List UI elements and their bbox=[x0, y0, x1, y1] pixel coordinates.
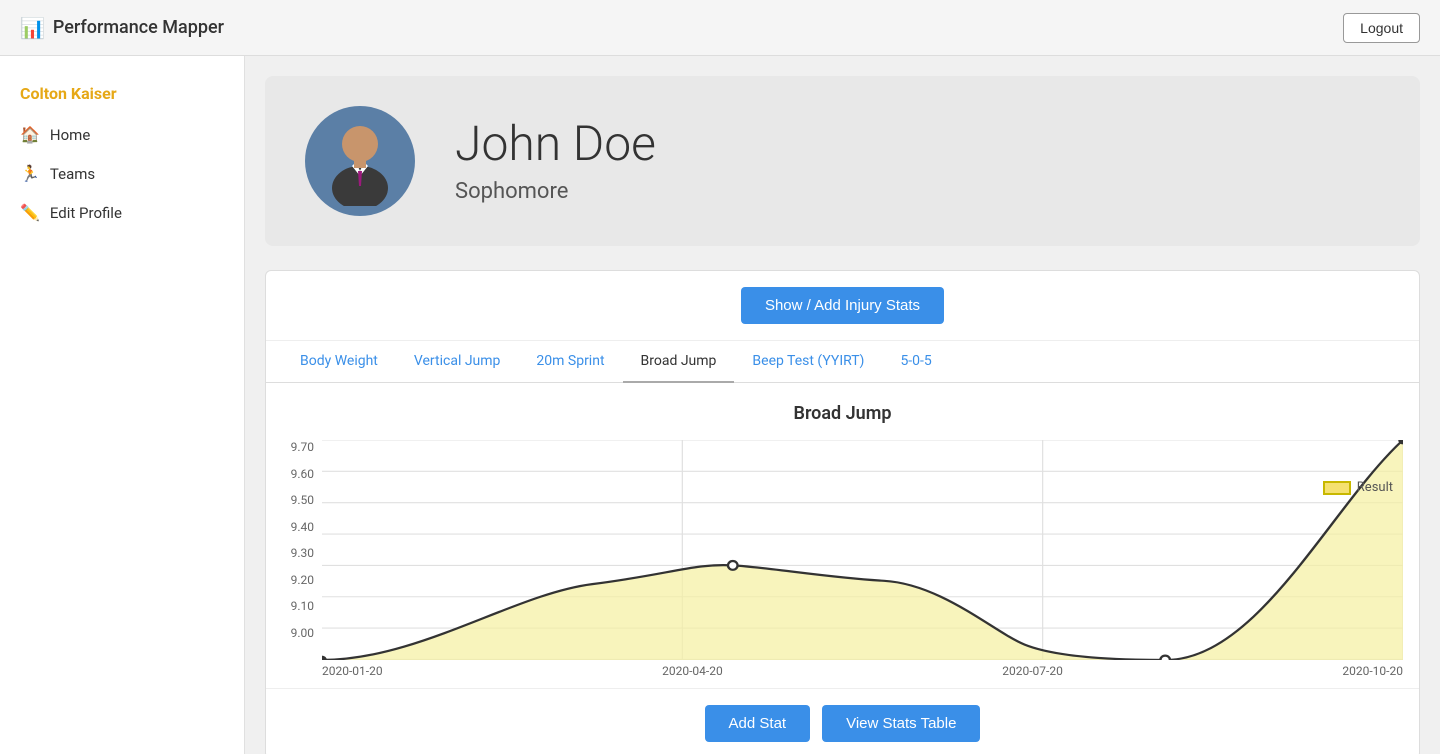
x-label: 2020-04-20 bbox=[662, 664, 723, 678]
stats-header: Show / Add Injury Stats bbox=[266, 271, 1419, 341]
tab-body-weight[interactable]: Body Weight bbox=[282, 341, 396, 383]
data-point bbox=[322, 656, 327, 660]
app-logo: 📊 Performance Mapper bbox=[20, 16, 224, 40]
sidebar-item-label: Edit Profile bbox=[50, 204, 122, 222]
main-content: John Doe Sophomore Show / Add Injury Sta… bbox=[245, 56, 1440, 754]
chart-svg bbox=[322, 440, 1403, 660]
profile-name: John Doe bbox=[455, 118, 656, 171]
sidebar-item-teams[interactable]: 🏃 Teams bbox=[0, 154, 244, 193]
sidebar-item-home[interactable]: 🏠 Home bbox=[0, 115, 244, 154]
main-layout: Colton Kaiser 🏠 Home 🏃 Teams ✏️ Edit Pro… bbox=[0, 56, 1440, 754]
tab-beep-test[interactable]: Beep Test (YYIRT) bbox=[734, 341, 882, 383]
y-label: 9.40 bbox=[282, 520, 314, 534]
stats-section: Show / Add Injury Stats Body Weight Vert… bbox=[265, 270, 1420, 754]
x-label: 2020-01-20 bbox=[322, 664, 383, 678]
chart-legend: Result bbox=[1323, 480, 1393, 495]
x-label: 2020-10-20 bbox=[1342, 664, 1403, 678]
tab-broad-jump[interactable]: Broad Jump bbox=[623, 341, 735, 383]
chart-wrapper: 9.70 9.60 9.50 9.40 9.30 9.20 9.10 9.00 bbox=[282, 440, 1403, 660]
sidebar-item-label: Teams bbox=[50, 165, 95, 183]
sidebar-item-edit-profile[interactable]: ✏️ Edit Profile bbox=[0, 193, 244, 232]
legend-color-box bbox=[1323, 481, 1351, 495]
y-label: 9.30 bbox=[282, 546, 314, 560]
sidebar: Colton Kaiser 🏠 Home 🏃 Teams ✏️ Edit Pro… bbox=[0, 56, 245, 754]
show-injury-button[interactable]: Show / Add Injury Stats bbox=[741, 287, 944, 324]
teams-icon: 🏃 bbox=[20, 164, 40, 183]
home-icon: 🏠 bbox=[20, 125, 40, 144]
sidebar-user-name: Colton Kaiser bbox=[0, 76, 244, 115]
y-label: 9.70 bbox=[282, 440, 314, 454]
profile-info: John Doe Sophomore bbox=[455, 118, 656, 204]
y-label: 9.60 bbox=[282, 467, 314, 481]
chart-area: Result bbox=[322, 440, 1403, 660]
app-title: Performance Mapper bbox=[53, 17, 224, 38]
chart-icon: 📊 bbox=[20, 16, 45, 40]
chart-actions: Add Stat View Stats Table bbox=[266, 688, 1419, 754]
x-label: 2020-07-20 bbox=[1002, 664, 1063, 678]
chart-container: Broad Jump 9.70 9.60 9.50 9.40 9.30 9.20… bbox=[266, 383, 1419, 688]
tab-20m-sprint[interactable]: 20m Sprint bbox=[518, 341, 622, 383]
edit-icon: ✏️ bbox=[20, 203, 40, 222]
y-label: 9.10 bbox=[282, 599, 314, 613]
app-header: 📊 Performance Mapper Logout bbox=[0, 0, 1440, 56]
data-point bbox=[728, 561, 738, 570]
profile-card: John Doe Sophomore bbox=[265, 76, 1420, 246]
y-label: 9.20 bbox=[282, 573, 314, 587]
tab-vertical-jump[interactable]: Vertical Jump bbox=[396, 341, 519, 383]
profile-year: Sophomore bbox=[455, 179, 656, 204]
x-axis-labels: 2020-01-20 2020-04-20 2020-07-20 2020-10… bbox=[282, 664, 1403, 678]
sidebar-item-label: Home bbox=[50, 126, 90, 144]
chart-title: Broad Jump bbox=[282, 403, 1403, 424]
y-axis: 9.70 9.60 9.50 9.40 9.30 9.20 9.10 9.00 bbox=[282, 440, 322, 660]
logout-button[interactable]: Logout bbox=[1343, 13, 1420, 43]
view-stats-table-button[interactable]: View Stats Table bbox=[822, 705, 980, 742]
y-label: 9.50 bbox=[282, 493, 314, 507]
legend-label: Result bbox=[1357, 480, 1393, 495]
y-label: 9.00 bbox=[282, 626, 314, 640]
add-stat-button[interactable]: Add Stat bbox=[705, 705, 811, 742]
tab-5-0-5[interactable]: 5-0-5 bbox=[882, 341, 949, 383]
avatar bbox=[305, 106, 415, 216]
data-point bbox=[1160, 656, 1170, 660]
stat-tabs: Body Weight Vertical Jump 20m Sprint Bro… bbox=[266, 341, 1419, 383]
